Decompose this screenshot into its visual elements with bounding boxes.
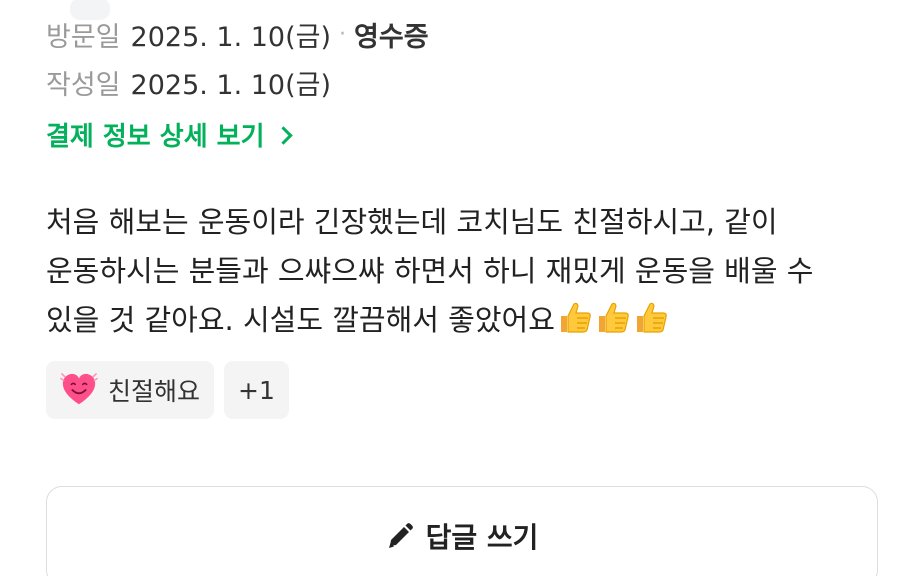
thumbs-up-icon xyxy=(560,302,591,333)
payment-detail-label: 결제 정보 상세 보기 xyxy=(46,121,265,152)
visit-date-label: 방문일 xyxy=(46,21,121,53)
thumbs-up-icon xyxy=(636,302,667,333)
visit-date-row: 방문일 2025. 1. 10(금) · 영수증 xyxy=(46,14,854,54)
keyword-chip-kind[interactable]: 친절해요 xyxy=(46,361,215,419)
review-card: 방문일 2025. 1. 10(금) · 영수증 작성일 2025. 1. 10… xyxy=(0,0,900,576)
pencil-icon xyxy=(388,523,413,548)
previous-element-edge xyxy=(70,0,110,20)
receipt-badge: 영수증 xyxy=(354,21,429,53)
review-text-content: 처음 해보는 운동이라 긴장했는데 코치님도 친절하시고, 같이 운동하시는 분… xyxy=(46,205,814,337)
keyword-chips: 친절해요 +1 xyxy=(46,361,854,419)
more-keywords-label: +1 xyxy=(238,375,275,405)
visit-date-value: 2025. 1. 10(금) xyxy=(130,21,332,53)
chevron-right-icon xyxy=(273,125,293,145)
keyword-chip-label: 친절해요 xyxy=(108,377,201,406)
written-date-value: 2025. 1. 10(금) xyxy=(130,69,332,101)
review-text: 처음 해보는 운동이라 긴장했는데 코치님도 친절하시고, 같이 운동하시는 분… xyxy=(46,198,861,345)
more-keywords-chip[interactable]: +1 xyxy=(224,361,289,419)
write-reply-label: 답글 쓰기 xyxy=(425,521,539,554)
written-date-label: 작성일 xyxy=(46,69,121,101)
thumbs-up-emojis xyxy=(557,301,671,335)
payment-detail-link[interactable]: 결제 정보 상세 보기 xyxy=(46,114,854,154)
written-date-row: 작성일 2025. 1. 10(금) xyxy=(46,62,854,102)
thumbs-up-icon xyxy=(598,302,629,333)
meta-separator: · xyxy=(339,21,347,47)
smiling-heart-icon xyxy=(60,373,98,405)
write-reply-button[interactable]: 답글 쓰기 xyxy=(46,486,878,576)
